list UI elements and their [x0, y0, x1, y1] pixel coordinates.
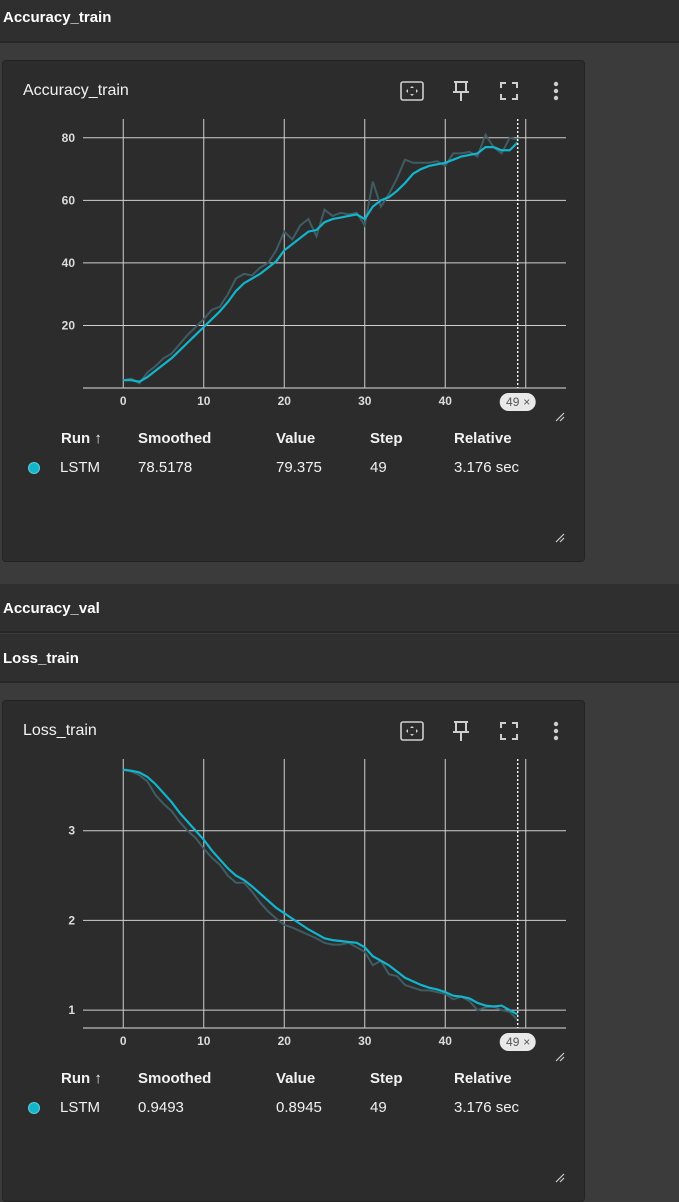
header-run[interactable]: Run ↑ — [61, 1070, 102, 1087]
x-tick-label: 30 — [358, 1034, 372, 1048]
cell-relative: 3.176 sec — [454, 459, 520, 476]
x-tick-label: 40 — [439, 394, 453, 408]
resize-handle-icon[interactable] — [555, 1052, 565, 1062]
header-value[interactable]: Value — [276, 1070, 315, 1087]
cell-smoothed: 78.5178 — [138, 459, 193, 476]
resize-handle-icon[interactable] — [555, 1173, 565, 1183]
run-table: Run ↑ Smoothed Value Step Relative LSTM … — [3, 1069, 586, 1129]
y-tick-label: 20 — [62, 318, 76, 332]
series-smoothed-line — [123, 768, 519, 1016]
run-table: Run ↑ Smoothed Value Step Relative LSTM … — [3, 429, 586, 489]
section-title: Loss_train — [3, 650, 79, 667]
cell-run: LSTM — [60, 459, 101, 476]
x-tick-label: 10 — [197, 1034, 211, 1048]
section-header-loss-train[interactable]: Loss_train — [0, 634, 679, 683]
header-relative[interactable]: Relative — [454, 1070, 512, 1087]
resize-handle-icon[interactable] — [555, 533, 565, 543]
cell-run: LSTM — [60, 1099, 101, 1116]
close-icon[interactable]: × — [523, 1035, 530, 1049]
y-tick-label: 3 — [68, 824, 75, 838]
y-tick-label: 1 — [68, 1003, 75, 1017]
badge-step-label: 49 — [506, 1035, 520, 1049]
cell-step: 49 — [370, 459, 387, 476]
cell-value: 0.8945 — [276, 1099, 322, 1116]
x-tick-label: 0 — [120, 394, 127, 408]
line-chart[interactable]: 0 10 20 30 40 20 40 60 80 49 × — [3, 61, 586, 431]
cell-step: 49 — [370, 1099, 387, 1116]
step-cursor-badge: 49 × — [499, 393, 536, 411]
y-tick-label: 40 — [62, 256, 76, 270]
section-title: Accuracy_train — [3, 9, 112, 26]
header-step[interactable]: Step — [370, 1070, 403, 1087]
series-smoothed-line — [123, 141, 519, 383]
chart-card-accuracy-train: Accuracy_train 0 10 20 30 40 20 40 60 80 49 × Run … — [2, 60, 585, 562]
header-smoothed[interactable]: Smoothed — [138, 430, 211, 447]
step-cursor-badge: 49 × — [499, 1033, 536, 1051]
x-tick-label: 20 — [278, 394, 292, 408]
x-tick-label: 20 — [278, 1034, 292, 1048]
header-run[interactable]: Run ↑ — [61, 430, 102, 447]
resize-handle-icon[interactable] — [555, 412, 565, 422]
run-color-swatch — [28, 1102, 40, 1114]
header-step[interactable]: Step — [370, 430, 403, 447]
badge-step-label: 49 — [506, 395, 520, 409]
header-smoothed[interactable]: Smoothed — [138, 1070, 211, 1087]
x-tick-label: 0 — [120, 1034, 127, 1048]
close-icon[interactable]: × — [523, 395, 530, 409]
cell-relative: 3.176 sec — [454, 1099, 520, 1116]
series-raw-line — [123, 132, 518, 385]
cell-value: 79.375 — [276, 459, 322, 476]
header-value[interactable]: Value — [276, 430, 315, 447]
cell-smoothed: 0.9493 — [138, 1099, 184, 1116]
header-relative[interactable]: Relative — [454, 430, 512, 447]
run-color-swatch — [28, 462, 40, 474]
y-tick-label: 2 — [68, 913, 75, 927]
y-tick-label: 60 — [62, 193, 76, 207]
x-tick-label: 40 — [439, 1034, 453, 1048]
section-header-accuracy-train[interactable]: Accuracy_train — [0, 0, 679, 43]
section-title: Accuracy_val — [3, 600, 100, 617]
x-tick-label: 10 — [197, 394, 211, 408]
y-tick-label: 80 — [62, 131, 76, 145]
chart-card-loss-train: Loss_train 0 10 20 30 40 1 2 3 49 × Run ↑ Smoothe… — [2, 700, 585, 1202]
line-chart[interactable]: 0 10 20 30 40 1 2 3 49 × — [3, 701, 586, 1071]
x-tick-label: 30 — [358, 394, 372, 408]
series-raw-line — [123, 768, 519, 1021]
section-header-accuracy-val[interactable]: Accuracy_val — [0, 584, 679, 633]
